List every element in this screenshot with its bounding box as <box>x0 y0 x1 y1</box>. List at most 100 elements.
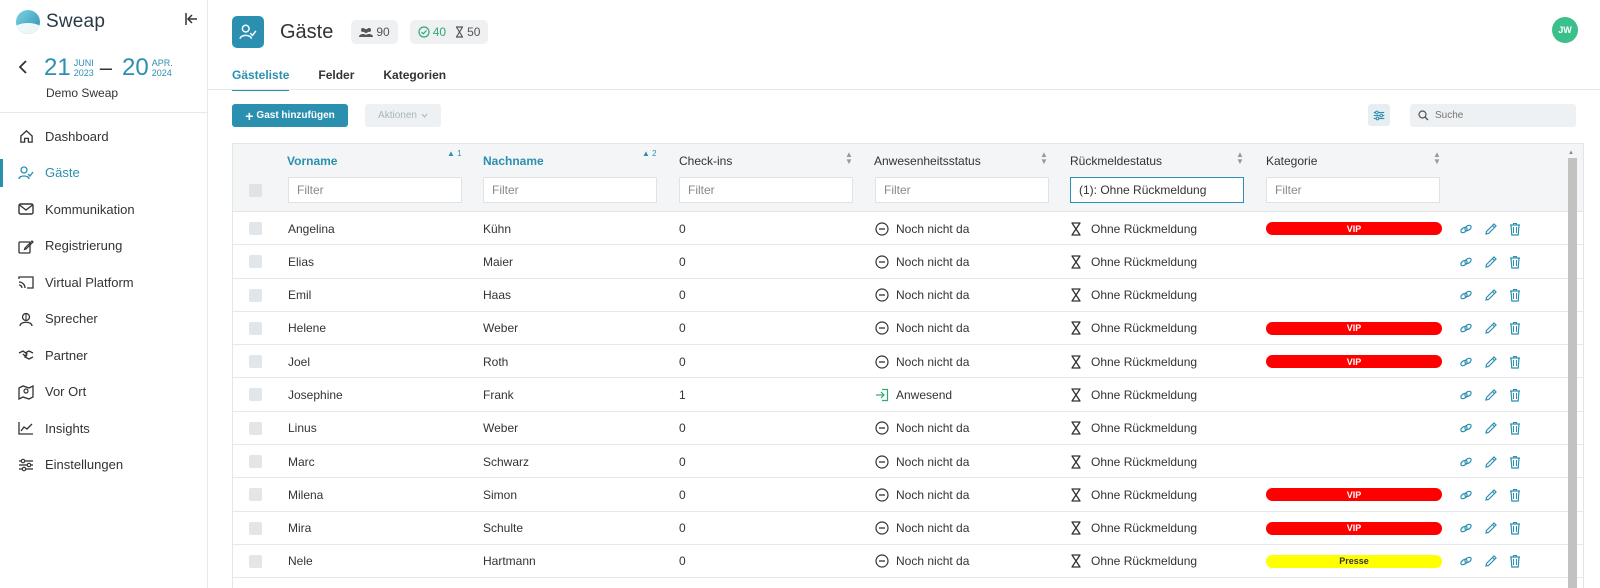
column-header-nachname[interactable]: Nachname <box>483 154 544 168</box>
link-icon[interactable] <box>1459 355 1473 369</box>
table-row[interactable]: Helene Weber 0 Noch nicht da Ohne Rückmeldun… <box>233 312 1583 346</box>
row-checkbox[interactable] <box>249 388 262 402</box>
delete-trash-icon[interactable] <box>1509 521 1523 535</box>
back-chevron-icon[interactable] <box>18 58 40 79</box>
table-row[interactable]: Elias Maier 0 Noch nicht da Ohne Rückmeldung <box>233 245 1583 279</box>
sidebar-item-partner[interactable]: Partner <box>0 337 208 374</box>
sort-indicator[interactable]: ▲ ▼ <box>1433 151 1441 166</box>
link-icon[interactable] <box>1459 554 1473 568</box>
link-icon[interactable] <box>1459 321 1473 335</box>
edit-pencil-icon[interactable] <box>1484 222 1498 236</box>
table-row[interactable]: Linus Weber 0 Noch nicht da Ohne Rückmeldung <box>233 412 1583 446</box>
delete-trash-icon[interactable] <box>1509 488 1523 502</box>
tab-kategorien[interactable]: Kategorien <box>383 68 446 91</box>
delete-trash-icon[interactable] <box>1509 355 1523 369</box>
delete-trash-icon[interactable] <box>1509 554 1523 569</box>
filter-check-ins[interactable]: Filter <box>679 177 853 203</box>
edit-pencil-icon[interactable] <box>1484 521 1498 535</box>
user-avatar[interactable]: JW <box>1552 17 1578 43</box>
brand[interactable]: Sweap <box>16 10 105 34</box>
delete-trash-icon[interactable] <box>1509 255 1523 269</box>
actions-dropdown[interactable]: Aktionen <box>365 104 441 127</box>
row-checkbox[interactable] <box>249 455 262 469</box>
table-row[interactable]: Josephine Frank 1 Anwesend Ohne Rückmeldung <box>233 378 1583 412</box>
sidebar-item-registrierung[interactable]: Registrierung <box>0 228 208 265</box>
link-icon[interactable] <box>1459 455 1473 469</box>
table-row[interactable]: Marc Schwarz 0 Noch nicht da Ohne Rückmeldun… <box>233 445 1583 479</box>
row-checkbox[interactable] <box>249 321 262 335</box>
sidebar-item-virtual-platform[interactable]: Virtual Platform <box>0 264 208 301</box>
row-checkbox[interactable] <box>249 488 262 502</box>
column-header-kategorie[interactable]: Kategorie <box>1266 154 1317 168</box>
link-icon[interactable] <box>1459 521 1473 535</box>
scrollbar-thumb[interactable] <box>1568 158 1577 588</box>
column-settings-button[interactable] <box>1368 104 1390 126</box>
row-checkbox[interactable] <box>249 355 262 369</box>
table-row[interactable]: Mira Schulte 0 Noch nicht da Ohne Rückmeldun… <box>233 512 1583 545</box>
row-checkbox[interactable] <box>249 554 262 568</box>
tab-gaesteliste[interactable]: Gästeliste <box>232 68 290 91</box>
sidebar-item-einstellungen[interactable]: Einstellungen <box>0 447 208 484</box>
delete-trash-icon[interactable] <box>1509 421 1523 435</box>
column-header-rueckmeldestatus[interactable]: Rückmeldestatus <box>1070 154 1162 168</box>
response-status: Ohne Rückmeldung <box>1091 454 1198 469</box>
link-icon[interactable] <box>1459 255 1473 269</box>
column-header-anwesenheitsstatus[interactable]: Anwesenheitsstatus <box>874 154 981 168</box>
column-header-check-ins[interactable]: Check-ins <box>679 154 732 168</box>
filter-nachname[interactable]: Filter <box>483 177 657 203</box>
first-name-cell: Josephine <box>288 387 343 402</box>
edit-pencil-icon[interactable] <box>1484 255 1498 269</box>
sidebar-item-gaeste[interactable]: Gäste <box>0 155 208 192</box>
filter-vorname[interactable]: Filter <box>288 177 462 203</box>
filter-anwesenheitsstatus[interactable]: Filter <box>875 177 1049 203</box>
filter-rueckmeldestatus[interactable]: (1): Ohne Rückmeldung <box>1070 177 1244 203</box>
edit-pencil-icon[interactable] <box>1484 321 1498 335</box>
sidebar-item-kommunikation[interactable]: Kommunikation <box>0 191 208 228</box>
table-row[interactable]: Nele Hartmann 0 Noch nicht da Ohne Rückmeldu… <box>233 545 1583 579</box>
delete-trash-icon[interactable] <box>1509 455 1523 469</box>
sort-indicator[interactable]: ▲ 1 <box>447 149 462 158</box>
link-icon[interactable] <box>1459 388 1473 402</box>
link-icon[interactable] <box>1459 222 1473 236</box>
table-row[interactable]: Emil Haas 0 Noch nicht da Ohne Rückmeldung <box>233 279 1583 312</box>
delete-trash-icon[interactable] <box>1509 321 1523 335</box>
row-checkbox[interactable] <box>249 288 262 302</box>
edit-pencil-icon[interactable] <box>1484 488 1498 502</box>
sort-indicator[interactable]: ▲ 2 <box>642 149 657 158</box>
table-row[interactable]: Joel Roth 0 Noch nicht da Ohne Rückmeldung VI… <box>233 345 1583 379</box>
row-checkbox[interactable] <box>249 222 262 235</box>
delete-trash-icon[interactable] <box>1509 388 1523 402</box>
row-checkbox[interactable] <box>249 521 262 535</box>
edit-pencil-icon[interactable] <box>1484 554 1498 568</box>
edit-pencil-icon[interactable] <box>1484 388 1498 402</box>
sidebar-item-sprecher[interactable]: Sprecher <box>0 301 208 338</box>
table-scrollbar[interactable]: ▲ <box>1566 150 1578 588</box>
row-checkbox[interactable] <box>249 255 262 269</box>
scroll-up-arrow-icon[interactable]: ▲ <box>1568 150 1574 156</box>
sort-indicator[interactable]: ▲ ▼ <box>1040 151 1048 166</box>
sidebar-item-dashboard[interactable]: Dashboard <box>0 118 208 155</box>
edit-pencil-icon[interactable] <box>1484 355 1498 369</box>
collapse-sidebar-icon[interactable] <box>184 12 198 30</box>
sort-indicator[interactable]: ▲ ▼ <box>1236 151 1244 166</box>
tab-felder[interactable]: Felder <box>318 68 354 91</box>
column-header-vorname[interactable]: Vorname <box>287 154 337 168</box>
sidebar-item-insights[interactable]: Insights <box>0 410 208 447</box>
table-row[interactable]: Angelina Kühn 0 Noch nicht da Ohne Rückmeldu… <box>233 212 1583 246</box>
link-icon[interactable] <box>1459 488 1473 502</box>
delete-trash-icon[interactable] <box>1509 288 1523 302</box>
edit-pencil-icon[interactable] <box>1484 421 1498 435</box>
sidebar-item-vor-ort[interactable]: Vor Ort <box>0 374 208 411</box>
select-all-checkbox[interactable] <box>249 184 262 197</box>
search-input[interactable] <box>1435 110 1565 121</box>
row-checkbox[interactable] <box>249 421 262 435</box>
delete-trash-icon[interactable] <box>1509 222 1523 236</box>
edit-pencil-icon[interactable] <box>1484 455 1498 469</box>
add-guest-button[interactable]: + Gast hinzufügen <box>232 104 348 127</box>
edit-pencil-icon[interactable] <box>1484 288 1498 302</box>
filter-kategorie[interactable]: Filter <box>1266 177 1440 203</box>
link-icon[interactable] <box>1459 288 1473 302</box>
sort-indicator[interactable]: ▲ ▼ <box>845 151 853 166</box>
table-row[interactable]: Milena Simon 0 Noch nicht da Ohne Rückmeldun… <box>233 478 1583 512</box>
link-icon[interactable] <box>1459 421 1473 435</box>
